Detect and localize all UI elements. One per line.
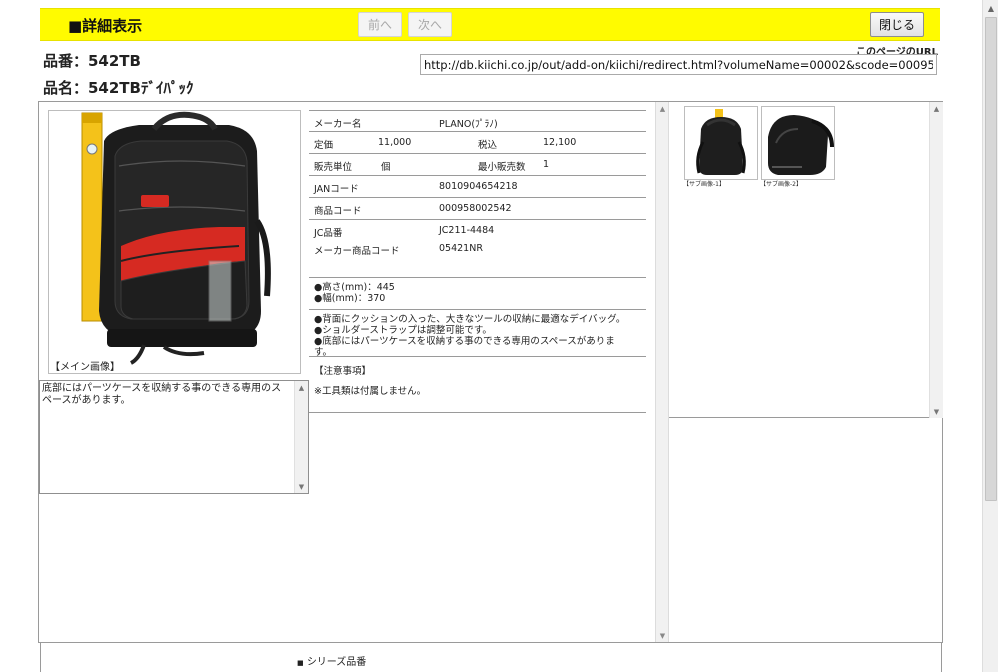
spec-label-tax: 税込 bbox=[478, 140, 498, 151]
spec-value-jan: 8010904654218 bbox=[439, 181, 518, 192]
main-image-caption: 【メイン画像】 bbox=[50, 362, 120, 373]
page-url-field[interactable] bbox=[420, 54, 937, 75]
feature-line: ●ショルダーストラップは調整可能です。 bbox=[314, 325, 492, 336]
sub-image-panel: 【サブ画像-1】 【サブ画像-2】 ▲ ▼ bbox=[669, 102, 943, 418]
spec-row-price: 定価 11,000 税込 12,100 bbox=[309, 132, 646, 154]
scroll-down-arrow-icon[interactable]: ▼ bbox=[656, 629, 669, 642]
spec-scrollbar[interactable]: ▲ ▼ bbox=[655, 102, 669, 642]
page-scrollbar-thumb[interactable] bbox=[985, 17, 997, 501]
spec-row-jan: JANコード 8010904654218 bbox=[309, 176, 646, 198]
spec-label-min: 最小販売数 bbox=[478, 162, 526, 173]
sub-image-scrollbar[interactable]: ▲ ▼ bbox=[929, 102, 943, 418]
spec-label-code: 商品コード bbox=[314, 206, 362, 217]
spec-label-jc: JC品番 bbox=[314, 228, 343, 239]
spec-value-maker: PLANO(ﾌﾟﾗﾉ) bbox=[439, 119, 498, 130]
product-number: 品番：542TB bbox=[43, 52, 141, 70]
sub-image-thumbnail-1[interactable] bbox=[684, 106, 758, 180]
series-panel bbox=[40, 643, 942, 672]
spec-label-unit: 販売単位 bbox=[314, 162, 353, 173]
spec-row-maker: メーカー名 PLANO(ﾌﾟﾗﾉ) bbox=[309, 110, 646, 132]
spec-row-code: 商品コード 000958002542 bbox=[309, 198, 646, 220]
backpack-thumbnail-image bbox=[768, 115, 834, 175]
spec-table: メーカー名 PLANO(ﾌﾟﾗﾉ) 定価 11,000 税込 12,100 販売… bbox=[309, 110, 646, 413]
feature-list: ●背面にクッションの入った、大きなツールの収納に最適なデイバッグ。 ●ショルダー… bbox=[314, 314, 644, 358]
header-bar: ■詳細表示 前へ 次へ 閉じる bbox=[40, 8, 940, 41]
size-height: ●高さ(mm)：445 bbox=[314, 282, 395, 293]
spec-value-jc: JC211-4484 bbox=[439, 225, 495, 236]
scroll-up-arrow-icon[interactable]: ▲ bbox=[983, 0, 998, 16]
spec-label-maker-code: メーカー商品コード bbox=[314, 246, 400, 257]
close-button[interactable]: 閉じる bbox=[870, 12, 924, 37]
bullet-icon: ■ bbox=[297, 659, 304, 667]
spec-label-price: 定価 bbox=[314, 140, 334, 151]
size-width: ●幅(mm)：370 bbox=[314, 293, 386, 304]
spec-label-maker: メーカー名 bbox=[314, 119, 362, 130]
spec-value-tax: 12,100 bbox=[543, 137, 577, 148]
prev-button[interactable]: 前へ bbox=[358, 12, 402, 37]
feature-line: ●背面にクッションの入った、大きなツールの収納に最適なデイバッグ。 bbox=[314, 314, 626, 325]
spec-label-jan: JANコード bbox=[314, 184, 359, 195]
spec-row-caution: 【注意事項】 ※工具類は付属しません。 bbox=[309, 357, 646, 413]
main-image[interactable]: 【メイン画像】 bbox=[48, 110, 301, 374]
description-text: 底部にはパーツケースを収納する事のできる専用のスペースがあります。 bbox=[42, 383, 282, 406]
scroll-down-arrow-icon[interactable]: ▼ bbox=[930, 405, 943, 418]
scroll-down-arrow-icon[interactable]: ▼ bbox=[295, 480, 308, 493]
scroll-up-arrow-icon[interactable]: ▲ bbox=[295, 381, 308, 394]
sub-image-thumbnail-2[interactable] bbox=[761, 106, 835, 180]
series-label: シリーズ品番 bbox=[306, 657, 367, 668]
detail-panel: 【メイン画像】 底部にはパーツケースを収納する事のできる専用のスペースがあります… bbox=[38, 101, 943, 643]
spec-value-maker-code: 05421NR bbox=[439, 243, 483, 254]
spec-row-features: ●背面にクッションの入った、大きなツールの収納に最適なデイバッグ。 ●ショルダー… bbox=[309, 310, 646, 358]
backpack-thumbnail-image bbox=[696, 109, 746, 175]
caution-title: 【注意事項】 bbox=[314, 366, 372, 377]
size-list: ●高さ(mm)：445 ●幅(mm)：370 bbox=[314, 282, 644, 304]
page-scrollbar[interactable]: ▲ bbox=[982, 0, 998, 672]
next-button[interactable]: 次へ bbox=[408, 12, 452, 37]
spec-row-unit: 販売単位 個 最小販売数 1 bbox=[309, 154, 646, 176]
spec-value-code: 000958002542 bbox=[439, 203, 512, 214]
product-name: 品名：542TBﾃﾞｲﾊﾟｯｸ bbox=[43, 79, 194, 97]
page-title: ■詳細表示 bbox=[68, 17, 143, 35]
spec-row-jc: JC品番 JC211-4484 bbox=[309, 220, 646, 242]
spec-value-unit: 個 bbox=[381, 162, 391, 173]
feature-line: ●底部にはパーツケースを収納する事のできる専用のスペースがありま bbox=[314, 336, 615, 347]
spec-row-size: ●高さ(mm)：445 ●幅(mm)：370 bbox=[309, 278, 646, 310]
spec-value-min: 1 bbox=[543, 159, 550, 170]
spec-value-price: 11,000 bbox=[378, 137, 412, 148]
description-box[interactable]: 底部にはパーツケースを収納する事のできる専用のスペースがあります。 ▲ ▼ bbox=[39, 380, 309, 494]
sub-image-caption-1: 【サブ画像-1】 bbox=[683, 181, 725, 188]
sub-image-caption-2: 【サブ画像-2】 bbox=[760, 181, 802, 188]
caution-block: 【注意事項】 ※工具類は付属しません。 bbox=[314, 362, 644, 402]
scroll-up-arrow-icon[interactable]: ▲ bbox=[656, 102, 669, 115]
description-scrollbar[interactable]: ▲ ▼ bbox=[294, 381, 308, 493]
series-item: ■ シリーズ品番 bbox=[297, 653, 366, 668]
caution-text: ※工具類は付属しません。 bbox=[314, 386, 427, 397]
backpack-image bbox=[81, 111, 271, 365]
spec-row-maker-code: メーカー商品コード 05421NR bbox=[309, 242, 646, 278]
scroll-up-arrow-icon[interactable]: ▲ bbox=[930, 102, 943, 115]
